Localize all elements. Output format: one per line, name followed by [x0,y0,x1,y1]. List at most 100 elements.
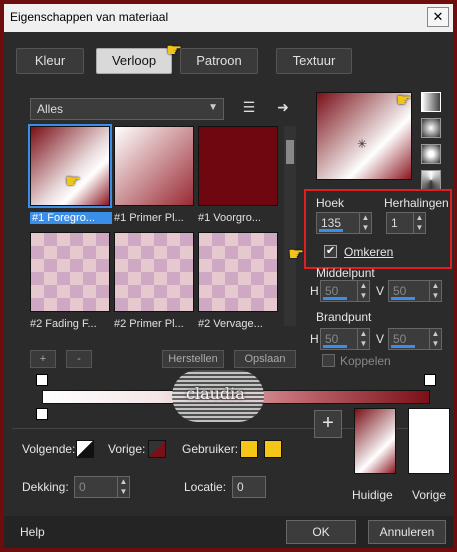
watermark-logo: claudia [172,370,264,422]
current-label: Huidige [352,488,393,502]
chevron-down-icon: ▼ [208,102,218,113]
link-checkbox[interactable] [322,354,335,367]
list-view-icon[interactable]: ☰ [240,98,258,116]
tab-patroon[interactable]: Patroon [180,48,258,74]
window-title: Eigenschappen van materiaal [10,10,169,24]
invert-label[interactable]: Omkeren [344,245,393,259]
opacity-value: 0 [79,480,86,494]
restore-button[interactable]: Herstellen [162,350,224,368]
category-select[interactable]: Alles ▼ [30,98,224,120]
focal-v-label: V [376,332,385,346]
gradient-thumb[interactable] [114,232,194,312]
spinner-arrows-icon[interactable]: ▲ ▼ [429,281,441,301]
previous-swatch[interactable] [148,440,166,458]
current-swatch[interactable] [354,408,396,474]
focal-point-label: Brandpunt [316,310,372,324]
next-label: Volgende: [22,442,76,456]
opacity-stop-marker[interactable] [424,374,436,386]
focal-h-label: H [310,332,319,346]
spinner-arrows-icon[interactable]: ▲ ▼ [357,329,369,349]
gradient-thumb[interactable]: ☛ [28,124,112,208]
footer-bar: Help OK Annuleren [4,516,453,548]
center-v-value: 50 [393,284,407,298]
add-gradient-button[interactable]: + [30,350,56,368]
user-label: Gebruiker: [182,442,239,456]
gradient-caption: #2 Fading F... [30,318,97,330]
repeats-spinner[interactable]: 1 ▲ ▼ [386,212,426,234]
gradient-thumb[interactable] [114,126,194,206]
invert-checkbox[interactable]: ✔ [324,245,337,258]
focal-v-value: 50 [393,332,407,346]
close-button[interactable]: ✕ [427,7,449,27]
radial-style-icon[interactable] [421,144,441,164]
tab-kleur[interactable]: Kleur [16,48,84,74]
gradient-caption: #2 Primer Pl... [114,318,184,330]
previous-swatch-label: Vorige [412,488,447,502]
remove-gradient-button[interactable]: - [66,350,92,368]
angle-handle-icon[interactable]: ✳ [357,137,367,151]
spinner-arrows-icon[interactable]: ▲ ▼ [429,329,441,349]
gallery-scrollbar[interactable] [284,126,296,326]
user-swatch[interactable] [240,440,258,458]
color-stop-marker[interactable] [36,408,48,420]
center-v-level-bar [391,297,415,300]
center-v-label: V [376,284,385,298]
material-properties-window: Eigenschappen van materiaal ✕ Kleur Verl… [0,0,457,552]
opacity-spinner[interactable]: 0 ▲ ▼ [74,476,130,498]
pointer-hand-icon: ☛ [65,171,82,191]
user-swatch[interactable] [264,440,282,458]
repeats-value: 1 [391,216,398,230]
tab-textuur[interactable]: Textuur [276,48,352,74]
ok-button[interactable]: OK [286,520,356,544]
spinner-arrows-icon[interactable]: ▲ ▼ [117,477,129,497]
gradient-thumb[interactable] [198,232,278,312]
add-color-button[interactable]: + [314,410,342,438]
cancel-button[interactable]: Annuleren [368,520,446,544]
spinner-arrows-icon[interactable]: ▲ ▼ [413,213,425,233]
center-point-label: Middelpunt [316,266,375,280]
repeats-label: Herhalingen [384,196,449,210]
gradient-thumb[interactable] [198,126,278,206]
opacity-label: Dekking: [22,480,69,494]
scrollbar-thumb[interactable] [286,140,294,164]
gradient-caption: #1 Foregro... [30,212,112,224]
next-swatch[interactable] [76,440,94,458]
arrow-right-icon[interactable]: ➜ [274,98,292,116]
location-field[interactable]: 0 [232,476,266,498]
rectangular-style-icon[interactable] [421,118,441,138]
location-value: 0 [237,480,244,494]
location-label: Locatie: [184,480,227,494]
spinner-arrows-icon[interactable]: ▲ ▼ [359,213,371,233]
angle-level-bar [319,229,343,232]
focal-h-spinner[interactable]: 50 ▲ ▼ [320,328,370,350]
gradient-caption: #1 Voorgro... [198,212,261,224]
pointer-hand-icon: ☛ [288,244,305,264]
save-button[interactable]: Opslaan [234,350,296,368]
center-h-level-bar [323,297,347,300]
previous-label: Vorige: [108,442,146,456]
tab-verloop[interactable]: Verloop [96,48,172,74]
angle-spinner[interactable]: 135 ▲ ▼ [316,212,372,234]
focal-v-spinner[interactable]: 50 ▲ ▼ [388,328,442,350]
help-button[interactable]: Help [20,525,45,539]
gradient-thumb[interactable] [30,232,110,312]
angle-value: 135 [321,216,342,230]
focal-h-level-bar [323,345,347,348]
opacity-stop-marker[interactable] [36,374,48,386]
category-value: Alles [37,102,64,116]
pointer-hand-icon: ☛ [166,40,183,60]
center-h-spinner[interactable]: 50 ▲ ▼ [320,280,370,302]
title-bar: Eigenschappen van materiaal ✕ [4,4,453,32]
angle-label: Hoek [316,196,345,210]
link-label: Koppelen [340,354,391,368]
sunburst-style-icon[interactable] [421,170,441,190]
center-h-label: H [310,284,319,298]
focal-h-value: 50 [325,332,339,346]
gradient-caption: #1 Primer Pl... [114,212,184,224]
center-v-spinner[interactable]: 50 ▲ ▼ [388,280,442,302]
spinner-arrows-icon[interactable]: ▲ ▼ [357,281,369,301]
linear-style-icon[interactable] [421,92,441,112]
pointer-hand-icon: ☛ [396,90,413,110]
watermark-text: claudia [186,384,245,403]
previous-color-swatch[interactable] [408,408,450,474]
